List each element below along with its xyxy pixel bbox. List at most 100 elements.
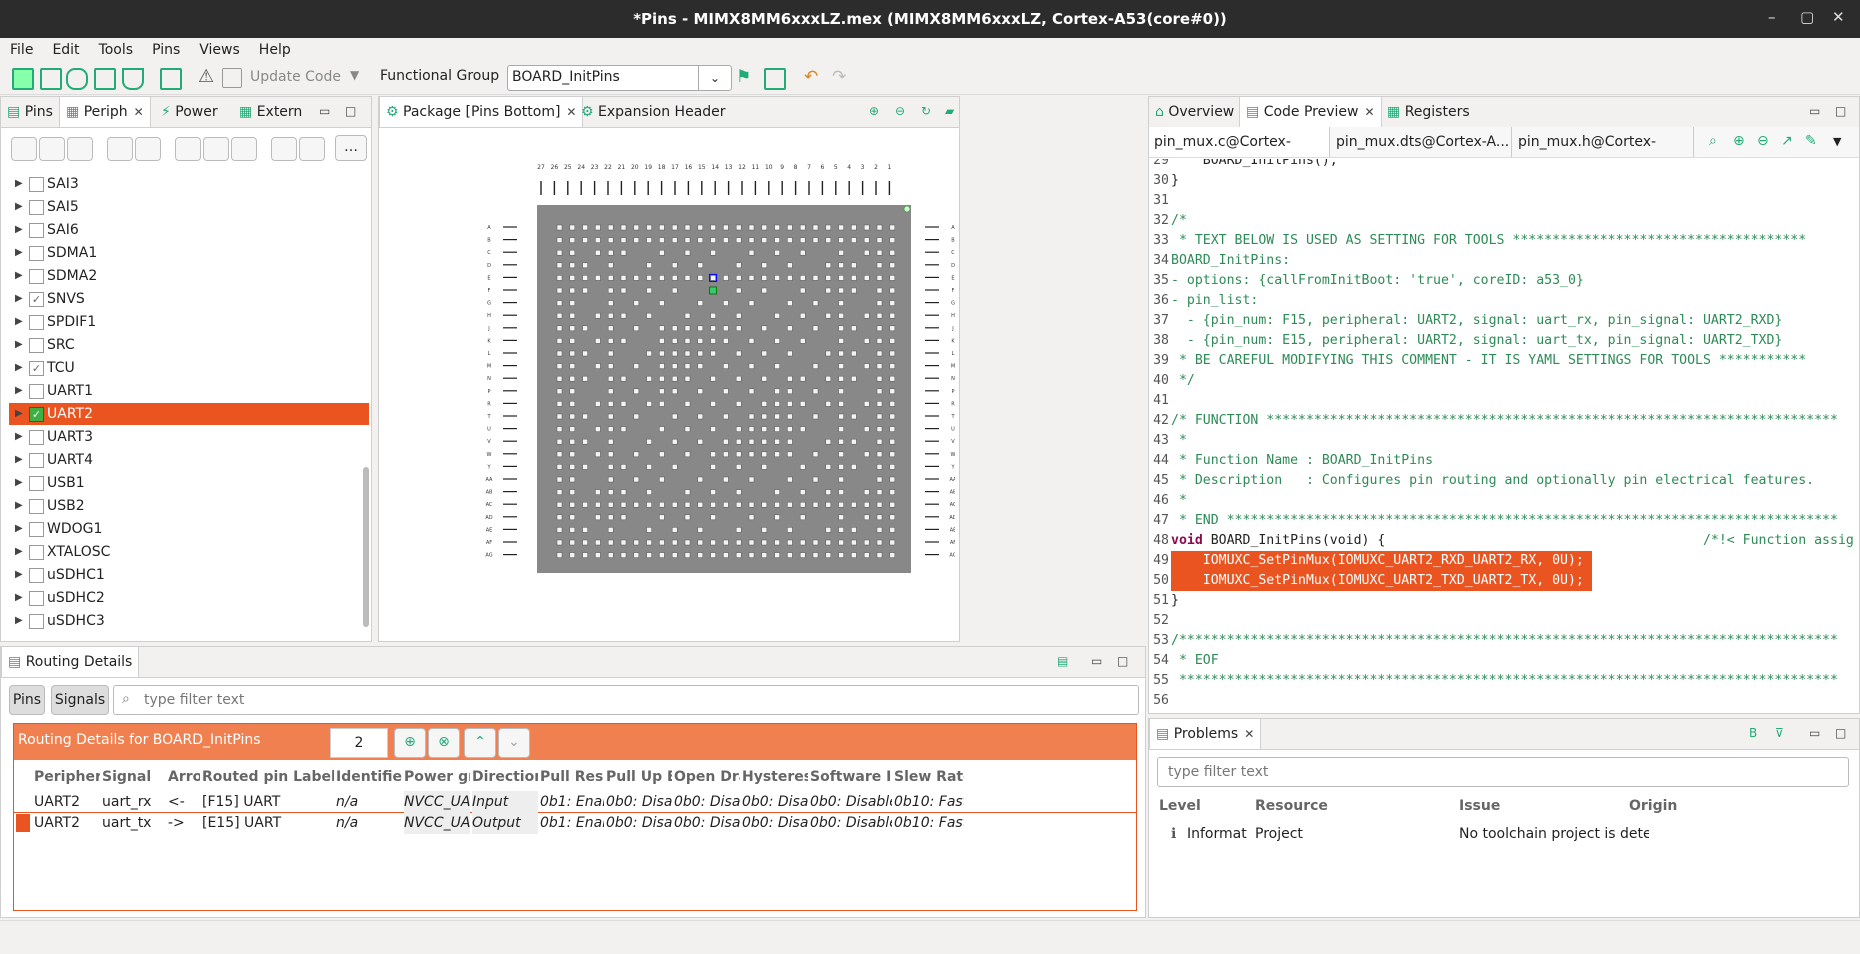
column-header[interactable]: Pull Resistor bbox=[540, 764, 604, 790]
table-row[interactable]: UART2uart_tx->[E15] UARTn/aNVCC_UAROutpu… bbox=[14, 812, 1136, 834]
zoom-in-icon[interactable]: ⊕ bbox=[1733, 133, 1745, 149]
table-cell[interactable]: 0b0: Disabl bbox=[674, 791, 740, 813]
filter-icon[interactable]: ⊽ bbox=[1775, 727, 1789, 739]
tree-item-usb2[interactable]: ▶ USB2 bbox=[9, 495, 369, 517]
tree-item-wdog1[interactable]: ▶ WDOG1 bbox=[9, 518, 369, 540]
tree-item-uart4[interactable]: ▶ UART4 bbox=[9, 449, 369, 471]
checkbox[interactable] bbox=[29, 453, 44, 468]
minimize-view-icon[interactable]: ▭ bbox=[319, 105, 333, 117]
expand-arrow-icon[interactable]: ▶ bbox=[15, 196, 23, 218]
collapse-icon[interactable] bbox=[67, 137, 93, 161]
search-icon[interactable]: ⌕ bbox=[1709, 133, 1717, 149]
expand-arrow-icon[interactable]: ▶ bbox=[15, 311, 23, 333]
column-header[interactable]: Level bbox=[1159, 793, 1201, 819]
input-icon[interactable] bbox=[175, 137, 201, 161]
column-header[interactable]: Signal bbox=[102, 764, 166, 790]
tree-item-xtalosc[interactable]: ▶ XTALOSC bbox=[9, 541, 369, 563]
routing-count-input[interactable]: 2 bbox=[330, 728, 388, 758]
wave2-icon[interactable] bbox=[135, 137, 161, 161]
column-header[interactable]: Pull Up Enable bbox=[606, 764, 672, 790]
add-row-button[interactable]: ⊕ bbox=[394, 728, 426, 758]
more-button[interactable]: … bbox=[335, 135, 367, 161]
table-cell[interactable]: 0b10: Fast bbox=[894, 812, 964, 834]
column-header[interactable]: Issue bbox=[1459, 793, 1500, 819]
checkbox[interactable] bbox=[29, 384, 44, 399]
table-cell[interactable]: No toolchain project is detec bbox=[1459, 823, 1649, 845]
column-header[interactable]: Power group bbox=[404, 764, 470, 790]
table-cell[interactable]: UART2 bbox=[34, 791, 100, 813]
home-icon[interactable] bbox=[160, 68, 182, 90]
column-header[interactable]: Open Drain bbox=[674, 764, 740, 790]
tab-periph[interactable]: ▦ Periph ✕ bbox=[59, 97, 151, 127]
expand-arrow-icon[interactable]: ▶ bbox=[15, 541, 23, 563]
table-cell[interactable]: <- bbox=[168, 791, 200, 813]
tree-item-spdif1[interactable]: ▶ SPDIF1 bbox=[9, 311, 369, 333]
tree-item-uart1[interactable]: ▶ UART1 bbox=[9, 380, 369, 402]
expand-arrow-icon[interactable]: ▶ bbox=[15, 265, 23, 287]
signals-filter-button[interactable]: Signals bbox=[51, 685, 109, 715]
tree-item-usb1[interactable]: ▶ USB1 bbox=[9, 472, 369, 494]
expand-icon[interactable] bbox=[39, 137, 65, 161]
tree-item-usdhc1[interactable]: ▶ uSDHC1 bbox=[9, 564, 369, 586]
comment-icon[interactable]: ▤ bbox=[1057, 655, 1071, 667]
checkbox[interactable] bbox=[29, 269, 44, 284]
column-header[interactable]: Identifier bbox=[336, 764, 402, 790]
table-cell[interactable]: 0b0: Disabl bbox=[742, 791, 808, 813]
column-header[interactable]: Hysteresis bbox=[742, 764, 808, 790]
checkbox[interactable] bbox=[29, 476, 44, 491]
checkbox[interactable] bbox=[29, 223, 44, 238]
output-icon[interactable] bbox=[203, 137, 229, 161]
bold-filter-icon[interactable]: B bbox=[1749, 727, 1763, 739]
tab-power[interactable]: ⚡ Power bbox=[155, 97, 224, 127]
tab-problems[interactable]: ▤ Problems ✕ bbox=[1149, 719, 1262, 749]
ddr-view-icon[interactable] bbox=[94, 68, 116, 90]
tab-package[interactable]: ⚙ Package [Pins Bottom] ✕ bbox=[379, 97, 584, 127]
dropdown-icon[interactable]: ⌄ bbox=[698, 66, 731, 90]
minimize-button[interactable]: – bbox=[1768, 8, 1776, 26]
maximize-view-icon[interactable]: □ bbox=[1835, 727, 1849, 739]
chevron-down-icon[interactable]: ▼ bbox=[350, 68, 359, 82]
checkbox[interactable] bbox=[29, 545, 44, 560]
comment-icon[interactable] bbox=[764, 68, 786, 90]
table-cell[interactable]: 0b0: Disabled bbox=[810, 791, 892, 813]
expand-arrow-icon[interactable]: ▶ bbox=[15, 564, 23, 586]
column-header[interactable]: Routed pin Label bbox=[202, 764, 334, 790]
expand-arrow-icon[interactable]: ▶ bbox=[15, 173, 23, 195]
zoom-out-icon[interactable]: ⊖ bbox=[1757, 133, 1769, 149]
table-cell[interactable]: Project bbox=[1255, 823, 1345, 845]
clock-icon[interactable] bbox=[299, 137, 325, 161]
menu-pins[interactable]: Pins bbox=[142, 38, 189, 58]
checkbox[interactable] bbox=[29, 568, 44, 583]
table-cell[interactable]: n/a bbox=[336, 812, 402, 834]
expand-arrow-icon[interactable]: ▶ bbox=[15, 357, 23, 379]
table-cell[interactable]: NVCC_UAR bbox=[404, 791, 470, 813]
code-editor[interactable]: 29 BOARD_InitPins(); 30} 31 32/* 33 * TEXT B… bbox=[1149, 159, 1855, 709]
wave-icon[interactable] bbox=[107, 137, 133, 161]
file-tab-pin-mux-h[interactable]: pin_mux.h@Cortex-A53... bbox=[1513, 127, 1694, 157]
expand-arrow-icon[interactable]: ▶ bbox=[15, 449, 23, 471]
table-cell[interactable]: n/a bbox=[336, 791, 402, 813]
tree-item-sai5[interactable]: ▶ SAI5 bbox=[9, 196, 369, 218]
table-cell[interactable]: 0b0: Disabl bbox=[742, 812, 808, 834]
pins-view-icon[interactable] bbox=[12, 68, 34, 90]
filter-icon[interactable] bbox=[11, 137, 37, 161]
checkbox[interactable] bbox=[29, 338, 44, 353]
table-cell[interactable]: 0b0: Disabl bbox=[606, 791, 672, 813]
trust-zone-icon[interactable] bbox=[122, 68, 144, 90]
zoom-out-icon[interactable]: ⊖ bbox=[895, 105, 909, 117]
column-header[interactable]: Slew Rate bbox=[894, 764, 964, 790]
maximize-view-icon[interactable]: □ bbox=[1835, 105, 1849, 117]
checkbox[interactable]: ✓ bbox=[29, 292, 44, 307]
expand-arrow-icon[interactable]: ▶ bbox=[15, 288, 23, 310]
expand-arrow-icon[interactable]: ▶ bbox=[15, 219, 23, 241]
zoom-in-icon[interactable]: ⊕ bbox=[869, 105, 883, 117]
minimize-view-icon[interactable]: ▭ bbox=[1809, 727, 1823, 739]
tab-pins[interactable]: ▤ Pins bbox=[1, 97, 59, 127]
table-cell[interactable]: 0b0: Disabl bbox=[674, 812, 740, 834]
table-cell[interactable]: UART2 bbox=[34, 812, 100, 834]
close-tab-icon[interactable]: ✕ bbox=[134, 105, 144, 119]
tab-registers[interactable]: ▦ Registers bbox=[1381, 97, 1476, 127]
close-tab-icon[interactable]: ✕ bbox=[1244, 727, 1254, 741]
table-cell[interactable]: uart_tx bbox=[102, 812, 166, 834]
redo-icon[interactable]: ↷ bbox=[832, 68, 850, 86]
